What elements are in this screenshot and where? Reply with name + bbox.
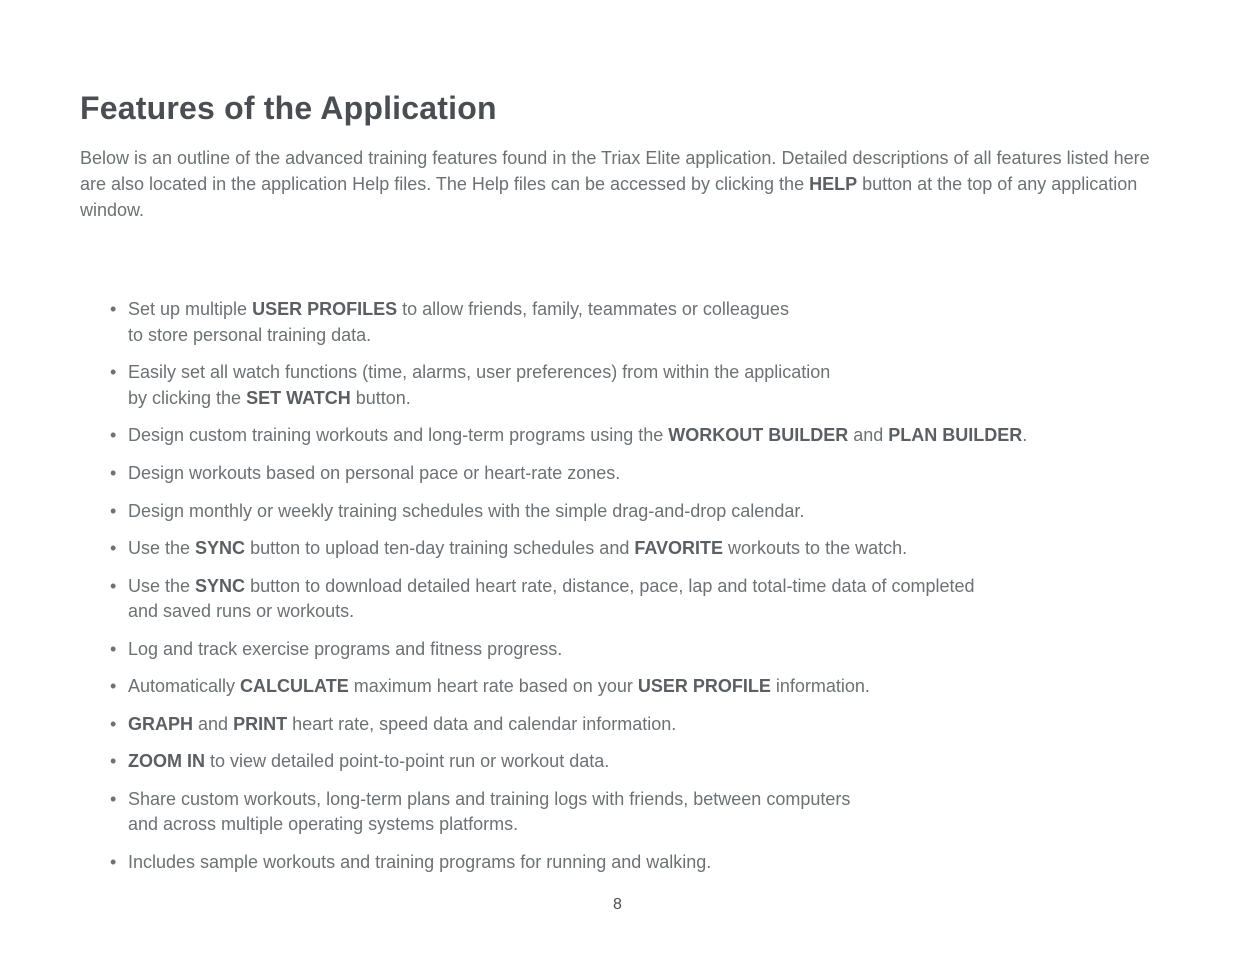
bold-term: SET WATCH [246, 388, 351, 408]
text-segment: button. [351, 388, 411, 408]
text-segment: heart rate, speed data and calendar info… [287, 714, 676, 734]
feature-item: Automatically CALCULATE maximum heart ra… [128, 674, 1138, 700]
text-segment: and [193, 714, 233, 734]
feature-item: GRAPH and PRINT heart rate, speed data a… [128, 712, 1138, 738]
bold-term: GRAPH [128, 714, 193, 734]
bold-term: FAVORITE [634, 538, 723, 558]
text-segment: Set up multiple [128, 299, 252, 319]
bold-term: PLAN BUILDER [888, 425, 1022, 445]
page-title: Features of the Application [80, 90, 1155, 127]
feature-item: Share custom workouts, long-term plans a… [128, 787, 1138, 838]
feature-item: Set up multiple USER PROFILES to allow f… [128, 297, 1138, 348]
text-segment: Log and track exercise programs and fitn… [128, 639, 562, 659]
feature-item: Design custom training workouts and long… [128, 423, 1138, 449]
text-segment: maximum heart rate based on your [349, 676, 638, 696]
intro-paragraph: Below is an outline of the advanced trai… [80, 145, 1155, 223]
text-segment: button to download detailed heart rate, … [128, 576, 975, 622]
bold-term: SYNC [195, 576, 245, 596]
text-segment: . [1022, 425, 1027, 445]
text-segment: Share custom workouts, long-term plans a… [128, 789, 850, 835]
text-segment: Includes sample workouts and training pr… [128, 852, 711, 872]
feature-item: Use the SYNC button to download detailed… [128, 574, 1138, 625]
bold-term: CALCULATE [240, 676, 349, 696]
bold-term: ZOOM IN [128, 751, 205, 771]
text-segment: workouts to the watch. [723, 538, 907, 558]
feature-item: Log and track exercise programs and fitn… [128, 637, 1138, 663]
bold-term: PRINT [233, 714, 287, 734]
feature-item: Design monthly or weekly training schedu… [128, 499, 1138, 525]
text-segment: Use the [128, 576, 195, 596]
bold-term: HELP [809, 174, 857, 194]
feature-item: Includes sample workouts and training pr… [128, 850, 1138, 876]
text-segment: Easily set all watch functions (time, al… [128, 362, 830, 408]
text-segment: information. [771, 676, 870, 696]
bold-term: USER PROFILE [638, 676, 771, 696]
page-number: 8 [0, 896, 1235, 914]
feature-item: ZOOM IN to view detailed point-to-point … [128, 749, 1138, 775]
text-segment: Design custom training workouts and long… [128, 425, 668, 445]
text-segment: Use the [128, 538, 195, 558]
document-page: Features of the Application Below is an … [0, 0, 1235, 954]
text-segment: button to upload ten-day training schedu… [245, 538, 634, 558]
feature-item: Use the SYNC button to upload ten-day tr… [128, 536, 1138, 562]
text-segment: to view detailed point-to-point run or w… [205, 751, 609, 771]
text-segment: Design workouts based on personal pace o… [128, 463, 620, 483]
bold-term: SYNC [195, 538, 245, 558]
feature-item: Easily set all watch functions (time, al… [128, 360, 1138, 411]
bold-term: WORKOUT BUILDER [668, 425, 848, 445]
text-segment: and [848, 425, 888, 445]
text-segment: Design monthly or weekly training schedu… [128, 501, 804, 521]
feature-item: Design workouts based on personal pace o… [128, 461, 1138, 487]
bold-term: USER PROFILES [252, 299, 397, 319]
features-list: Set up multiple USER PROFILES to allow f… [80, 297, 1138, 875]
text-segment: Automatically [128, 676, 240, 696]
